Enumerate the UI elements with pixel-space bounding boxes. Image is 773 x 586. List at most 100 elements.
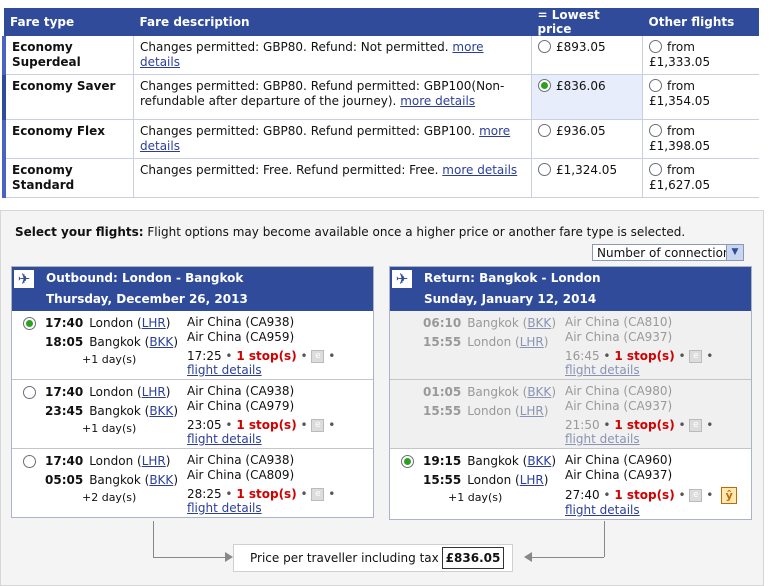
price-radio[interactable] [538, 124, 551, 137]
select-title: Select your flights: [15, 225, 144, 239]
arrival: 15:55 London (LHR) [423, 473, 549, 487]
chevron-down-icon[interactable]: ▼ [726, 245, 743, 260]
connector-line-right-h [532, 557, 604, 558]
duration-line: 17:25 • 1 stop(s) • e • [187, 349, 335, 363]
other-radio[interactable] [649, 40, 662, 53]
other-radio[interactable] [649, 163, 662, 176]
price-value: £836.06 [556, 79, 606, 93]
flight-details-link[interactable]: flight details [565, 363, 640, 377]
stops: 1 stop(s) [614, 418, 675, 432]
day-offset: +2 day(s) [82, 491, 137, 504]
fare-type: Economy Superdeal [2, 36, 134, 75]
connections-select[interactable]: Number of connections ▼ [592, 244, 744, 261]
fare-desc-text: Changes permitted: GBP80. Refund permitt… [140, 124, 476, 138]
dep-code-link[interactable]: BKK [527, 316, 551, 330]
airline-1: Air China (CA938) [187, 384, 295, 398]
flight-details-link[interactable]: flight details [565, 503, 640, 517]
stops: 1 stop(s) [614, 488, 675, 502]
outbound-radio-selected[interactable] [23, 317, 36, 330]
arr-code-link[interactable]: BKK [149, 335, 173, 349]
flight-details-link[interactable]: flight details [187, 501, 262, 515]
other-radio[interactable] [649, 79, 662, 92]
price-radio-selected[interactable] [538, 79, 551, 92]
fare-type: Economy Saver [2, 74, 134, 120]
connector-line-right-v [604, 521, 605, 557]
dep-city: London [89, 316, 134, 330]
return-option[interactable]: 19:15 Bangkok (BKK) 15:55 London (LHR) +1 … [390, 449, 751, 519]
flight-details-link[interactable]: flight details [187, 363, 262, 377]
outbound-option[interactable]: 17:40 London (LHR) 18:05 Bangkok (BKK) +1 … [12, 311, 373, 380]
header-lowest-price: = Lowest price [531, 8, 643, 36]
lowest-price-cell[interactable]: £936.05 [531, 119, 643, 159]
lowest-price-cell[interactable]: £836.06 [531, 74, 643, 120]
duration: 17:25 [187, 349, 222, 363]
fare-desc-text: Changes permitted: Free. Refund permitte… [140, 163, 439, 177]
other-radio[interactable] [649, 124, 662, 137]
dep-code-link[interactable]: BKK [527, 385, 551, 399]
departure: 06:10 Bangkok (BKK) [423, 316, 556, 330]
arr-code-link[interactable]: LHR [520, 473, 544, 487]
dep-code-link[interactable]: LHR [142, 454, 166, 468]
flight-details-link[interactable]: flight details [187, 432, 262, 446]
lowest-price-cell[interactable]: £1,324.05 [531, 158, 643, 198]
outbound-radio[interactable] [23, 386, 36, 399]
return-radio-selected[interactable] [401, 455, 414, 468]
more-details-link[interactable]: more details [400, 94, 475, 108]
price-radio[interactable] [538, 163, 551, 176]
stops: 1 stop(s) [236, 487, 297, 501]
arr-code-link[interactable]: BKK [149, 473, 173, 487]
arrival: 23:45 Bangkok (BKK) [45, 404, 178, 418]
price-total: £836.05 [442, 547, 504, 569]
bullet: • [300, 349, 308, 363]
other-flights-cell[interactable]: from £1,627.05 [642, 158, 759, 198]
airline-1: Air China (CA938) [187, 453, 295, 467]
bullet: • [225, 349, 233, 363]
plane-icon: ✈ [392, 270, 412, 288]
arr-code-link[interactable]: BKK [149, 404, 173, 418]
outbound-box: ✈ Outbound: London - Bangkok Thursday, D… [11, 266, 374, 518]
flight-details-link[interactable]: flight details [565, 432, 640, 446]
duration-line: 23:05 • 1 stop(s) • e • [187, 418, 335, 432]
arr-code-link[interactable]: LHR [520, 335, 544, 349]
bullet: • [603, 418, 611, 432]
bullet: • [328, 418, 336, 432]
dep-time: 01:05 [423, 385, 462, 399]
outbound-radio[interactable] [23, 455, 36, 468]
bullet: • [300, 418, 308, 432]
arr-time: 18:05 [45, 335, 84, 349]
plane-icon: ✈ [14, 270, 34, 288]
outbound-date: Thursday, December 26, 2013 [46, 292, 248, 306]
return-box: ✈ Return: Bangkok - London Sunday, Janua… [389, 266, 752, 520]
dep-city: London [89, 385, 134, 399]
stops: 1 stop(s) [614, 349, 675, 363]
arrival: 15:55 London (LHR) [423, 404, 549, 418]
fare-desc-text: Changes permitted: GBP80. Refund: Not pe… [140, 40, 449, 54]
bullet: • [603, 488, 611, 502]
outbound-option[interactable]: 17:40 London (LHR) 05:05 Bangkok (BKK) +2 … [12, 449, 373, 517]
airline-2: Air China (CA937) [565, 330, 673, 344]
other-flights-cell[interactable]: from £1,354.05 [642, 74, 759, 120]
airline-2: Air China (CA979) [187, 399, 295, 413]
arr-time: 05:05 [45, 473, 84, 487]
dep-time: 19:15 [423, 454, 462, 468]
dep-time: 17:40 [45, 385, 84, 399]
other-flights-cell[interactable]: from £1,398.05 [642, 119, 759, 159]
lowest-price-cell[interactable]: £893.05 [531, 36, 643, 75]
price-value: £1,324.05 [556, 163, 618, 177]
more-details-link[interactable]: more details [442, 163, 517, 177]
dep-code-link[interactable]: LHR [142, 385, 166, 399]
other-flights-cell[interactable]: from £1,333.05 [642, 36, 759, 75]
arr-code-link[interactable]: LHR [520, 404, 544, 418]
fare-table: Fare type Fare description = Lowest pric… [2, 8, 759, 198]
arr-city: London [467, 404, 512, 418]
arr-time: 15:55 [423, 335, 462, 349]
return-option-unavailable: 06:10 Bangkok (BKK) 15:55 London (LHR) Air… [390, 311, 751, 380]
outbound-option[interactable]: 17:40 London (LHR) 23:45 Bangkok (BKK) +1 … [12, 380, 373, 449]
bullet: • [300, 487, 308, 501]
dep-code-link[interactable]: BKK [527, 454, 551, 468]
select-note: Flight options may become available once… [143, 225, 686, 239]
price-value: £893.05 [556, 40, 606, 54]
price-radio[interactable] [538, 40, 551, 53]
airline-1: Air China (CA960) [565, 453, 673, 467]
dep-code-link[interactable]: LHR [142, 316, 166, 330]
